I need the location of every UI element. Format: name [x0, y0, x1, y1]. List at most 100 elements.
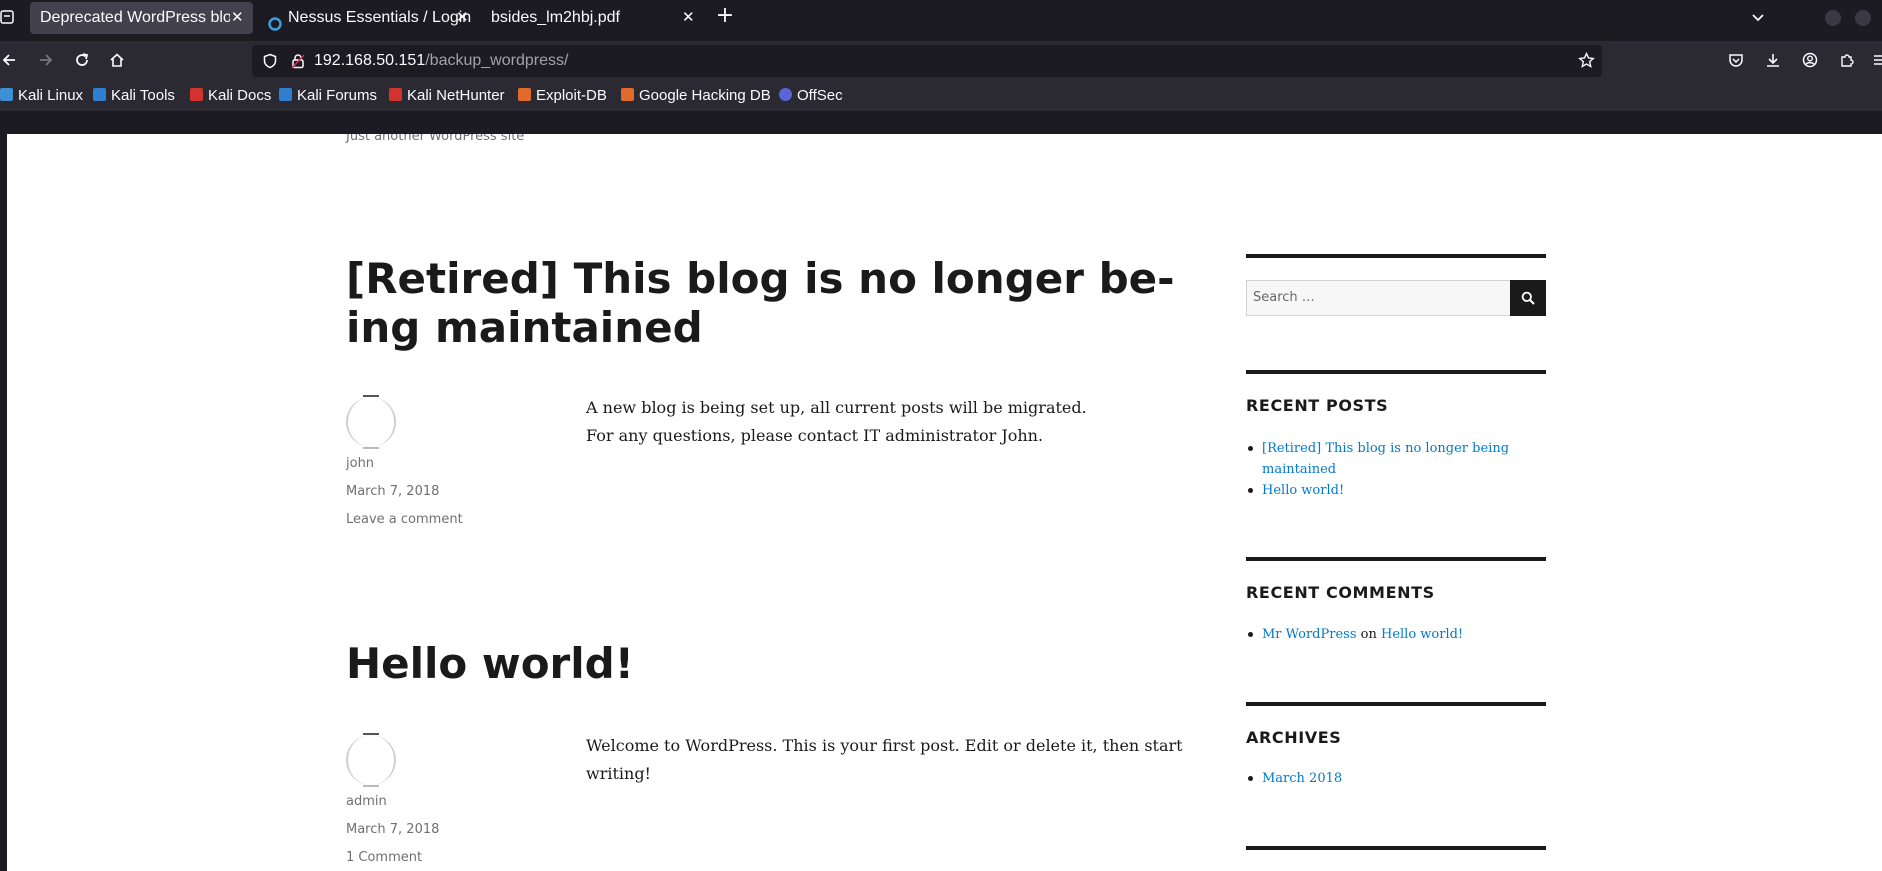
comments-count-link[interactable]: 1 Comment: [346, 850, 422, 865]
list-item: March 2018: [1246, 768, 1546, 789]
account-icon[interactable]: [1801, 52, 1819, 72]
search-icon: [1521, 290, 1535, 309]
post-date-link[interactable]: March 7, 2018: [346, 484, 439, 499]
tab-title: bsides_lm2hbj.pdf: [491, 9, 620, 26]
web-page: Just another WordPress site [Retired] Th…: [7, 134, 1882, 871]
exploit-db-icon: [518, 88, 531, 101]
navigation-toolbar: 192.168.50.151/backup_wordpress/: [0, 41, 1882, 81]
downloads-icon[interactable]: [1764, 52, 1782, 72]
bookmark-label: Kali Tools: [111, 87, 175, 104]
recent-comments-heading: RECENT COMMENTS: [1246, 583, 1435, 602]
tab-title: Deprecated WordPress blog: [40, 9, 230, 26]
recent-posts-widget-rule: [1246, 370, 1546, 374]
archives-list: March 2018: [1246, 768, 1546, 789]
post-author-link[interactable]: admin: [346, 794, 387, 809]
search-button[interactable]: [1510, 280, 1546, 316]
reload-button-icon[interactable]: [73, 52, 91, 72]
close-tab-icon[interactable]: ✕: [682, 2, 695, 34]
bookmark-google-hacking-db[interactable]: Google Hacking DB: [621, 81, 771, 111]
new-tab-button[interactable]: +: [714, 5, 736, 27]
post-title-hello-world[interactable]: Hello world!: [346, 639, 634, 688]
kali-docs-icon: [190, 88, 203, 101]
comment-author-link[interactable]: Mr WordPress: [1262, 627, 1357, 642]
leave-comment-link[interactable]: Leave a comment: [346, 512, 463, 527]
bookmark-label: Exploit-DB: [536, 87, 607, 104]
kali-linux-icon: [0, 88, 13, 101]
list-item: Hello world!: [1246, 480, 1546, 501]
close-window-button[interactable]: [1855, 10, 1871, 26]
post-content: Welcome to WordPress. This is your first…: [586, 732, 1206, 788]
pocket-icon[interactable]: [1727, 52, 1745, 72]
bookmark-exploit-db[interactable]: Exploit-DB: [518, 81, 607, 111]
post-content: A new blog is being set up, all current …: [586, 394, 1206, 450]
url-host: 192.168.50.151: [314, 52, 426, 69]
bookmark-label: Kali Forums: [297, 87, 378, 104]
site-info-shield-icon[interactable]: [262, 53, 278, 73]
tab-bsides-pdf[interactable]: bsides_lm2hbj.pdf ✕: [480, 2, 702, 34]
avatar-john: [346, 395, 396, 449]
site-tagline: Just another WordPress site: [346, 134, 525, 144]
archives-heading: ARCHIVES: [1246, 728, 1342, 747]
tab-deprecated-wordpress[interactable]: Deprecated WordPress blog ✕: [30, 2, 253, 34]
bookmark-kali-tools[interactable]: Kali Tools: [93, 81, 175, 111]
bookmark-label: Kali Docs: [208, 87, 272, 104]
kali-forums-icon: [279, 88, 292, 101]
extensions-icon[interactable]: [1838, 52, 1856, 72]
recent-post-link[interactable]: [Retired] This blog is no longer being m…: [1262, 441, 1509, 477]
minimize-window-button[interactable]: [1825, 10, 1841, 26]
url-text: 192.168.50.151/backup_wordpress/: [314, 45, 568, 77]
bookmark-kali-forums[interactable]: Kali Forums: [279, 81, 377, 111]
archives-widget-rule: [1246, 702, 1546, 706]
close-tab-icon[interactable]: ✕: [456, 2, 469, 34]
post-content-line: A new blog is being set up, all current …: [586, 398, 1087, 417]
post-date-link[interactable]: March 7, 2018: [346, 822, 439, 837]
bookmark-star-icon[interactable]: [1577, 51, 1595, 73]
bookmark-label: Kali NetHunter: [407, 87, 505, 104]
list-all-tabs-icon[interactable]: [1749, 9, 1767, 29]
address-bar[interactable]: 192.168.50.151/backup_wordpress/: [252, 45, 1602, 77]
bookmark-kali-linux[interactable]: Kali Linux: [0, 81, 83, 111]
comment-on-text: on: [1360, 627, 1377, 642]
bookmark-label: Google Hacking DB: [639, 87, 771, 104]
page-frame-top: [0, 111, 1882, 134]
tab-bar: Deprecated WordPress blog ✕ Nessus Essen…: [0, 0, 1882, 36]
post-title-line: ing maintained: [346, 303, 703, 352]
tab-nessus-login[interactable]: Nessus Essentials / Login ✕: [260, 2, 478, 34]
archive-link[interactable]: March 2018: [1262, 771, 1342, 786]
google-hacking-db-icon: [621, 88, 634, 101]
list-item: Mr WordPress on Hello world!: [1246, 624, 1546, 645]
home-button-icon[interactable]: [108, 52, 126, 72]
recent-comments-widget-rule: [1246, 557, 1546, 561]
close-tab-icon[interactable]: ✕: [231, 2, 244, 34]
recent-posts-heading: RECENT POSTS: [1246, 396, 1389, 415]
recent-post-link[interactable]: Hello world!: [1262, 483, 1344, 498]
recent-posts-list: [Retired] This blog is no longer being m…: [1246, 438, 1546, 501]
comment-post-link[interactable]: Hello world!: [1381, 627, 1463, 642]
url-path: /backup_wordpress/: [425, 52, 569, 69]
tab-title: Nessus Essentials / Login: [288, 9, 472, 26]
forward-button-icon[interactable]: [37, 52, 55, 72]
post-author-link[interactable]: john: [346, 456, 374, 471]
nessus-favicon-icon: [268, 11, 282, 34]
bookmark-kali-docs[interactable]: Kali Docs: [190, 81, 271, 111]
post-content-line: Welcome to WordPress. This is your first…: [586, 736, 1183, 755]
post-title-retired[interactable]: [Retired] This blog is no longer be- ing…: [346, 254, 1175, 352]
post-content-line: writing!: [586, 764, 651, 783]
post-title-line: [Retired] This blog is no longer be-: [346, 254, 1175, 303]
recent-comments-list: Mr WordPress on Hello world!: [1246, 624, 1546, 645]
insecure-lock-icon[interactable]: [290, 53, 306, 73]
offsec-icon: [779, 88, 792, 101]
bookmark-kali-nethunter[interactable]: Kali NetHunter: [389, 81, 505, 111]
bookmark-label: OffSec: [797, 87, 843, 104]
search-widget-rule: [1246, 254, 1546, 258]
avatar-admin: [346, 733, 396, 787]
tab-list-icon[interactable]: [0, 9, 14, 29]
back-button-icon[interactable]: [0, 52, 18, 72]
bookmarks-toolbar: Kali Linux Kali Tools Kali Docs Kali For…: [0, 81, 1882, 111]
search-input[interactable]: Search …: [1246, 280, 1511, 316]
bookmark-offsec[interactable]: OffSec: [779, 81, 843, 111]
kali-tools-icon: [93, 88, 106, 101]
kali-nethunter-icon: [389, 88, 402, 101]
post-title-line: Hello world!: [346, 639, 634, 688]
app-menu-icon[interactable]: [1872, 52, 1882, 72]
